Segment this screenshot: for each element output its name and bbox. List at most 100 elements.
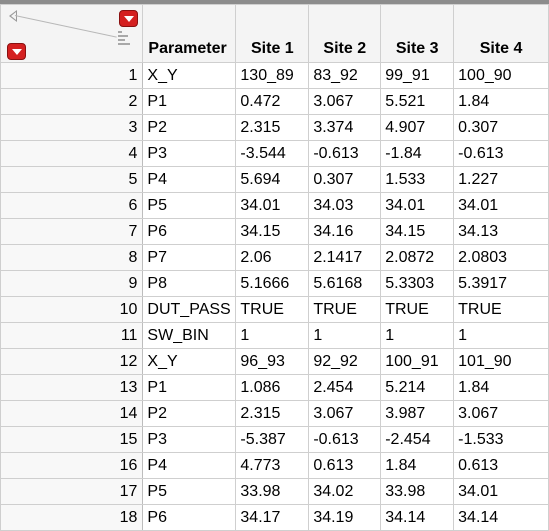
site-3-cell[interactable]: 5.521	[380, 88, 455, 115]
site-3-cell[interactable]: 5.3303	[380, 270, 455, 297]
rows-menu-dropdown-icon[interactable]	[7, 43, 26, 60]
site-3-cell[interactable]: 1.533	[380, 166, 455, 193]
row-number[interactable]: 2	[0, 88, 144, 115]
site-1-cell[interactable]: -3.544	[235, 140, 310, 167]
row-number[interactable]: 14	[0, 400, 144, 427]
site-2-cell[interactable]: 3.067	[308, 88, 382, 115]
parameter-cell[interactable]: P7	[142, 244, 237, 271]
parameter-cell[interactable]: P5	[142, 192, 237, 219]
site-2-cell[interactable]: 83_92	[308, 62, 382, 89]
column-header-site-2[interactable]: Site 2	[308, 4, 382, 63]
site-2-cell[interactable]: -0.613	[308, 426, 382, 453]
table-row[interactable]: 18 P6 34.17 34.19 34.14 34.14	[0, 504, 549, 531]
site-3-cell[interactable]: 5.214	[380, 374, 455, 401]
site-2-cell[interactable]: 0.307	[308, 166, 382, 193]
row-number[interactable]: 9	[0, 270, 144, 297]
table-row[interactable]: 1 X_Y 130_89 83_92 99_91 100_90	[0, 62, 549, 89]
site-1-cell[interactable]: 0.472	[235, 88, 310, 115]
site-2-cell[interactable]: 34.02	[308, 478, 382, 505]
column-header-site-1[interactable]: Site 1	[235, 4, 310, 63]
parameter-cell[interactable]: P3	[142, 426, 237, 453]
site-3-cell[interactable]: 3.987	[380, 400, 455, 427]
site-2-cell[interactable]: 34.16	[308, 218, 382, 245]
site-3-cell[interactable]: 4.907	[380, 114, 455, 141]
parameter-cell[interactable]: P6	[142, 218, 237, 245]
parameter-cell[interactable]: P5	[142, 478, 237, 505]
site-2-cell[interactable]: 2.1417	[308, 244, 382, 271]
table-row[interactable]: 4 P3 -3.544 -0.613 -1.84 -0.613	[0, 140, 549, 167]
row-number[interactable]: 5	[0, 166, 144, 193]
table-row[interactable]: 10 DUT_PASS TRUE TRUE TRUE TRUE	[0, 296, 549, 323]
site-1-cell[interactable]: -5.387	[235, 426, 310, 453]
table-row[interactable]: 6 P5 34.01 34.03 34.01 34.01	[0, 192, 549, 219]
site-3-cell[interactable]: 33.98	[380, 478, 455, 505]
site-4-cell[interactable]: 1.84	[453, 374, 549, 401]
site-1-cell[interactable]: 34.17	[235, 504, 310, 531]
table-row[interactable]: 13 P1 1.086 2.454 5.214 1.84	[0, 374, 549, 401]
site-1-cell[interactable]: TRUE	[235, 296, 310, 323]
site-3-cell[interactable]: 34.01	[380, 192, 455, 219]
site-2-cell[interactable]: 0.613	[308, 452, 382, 479]
site-4-cell[interactable]: 0.307	[453, 114, 549, 141]
site-3-cell[interactable]: 1.84	[380, 452, 455, 479]
site-3-cell[interactable]: 100_91	[380, 348, 455, 375]
parameter-cell[interactable]: X_Y	[142, 348, 237, 375]
site-4-cell[interactable]: 100_90	[453, 62, 549, 89]
row-number[interactable]: 10	[0, 296, 144, 323]
site-3-cell[interactable]: 34.15	[380, 218, 455, 245]
table-row[interactable]: 17 P5 33.98 34.02 33.98 34.01	[0, 478, 549, 505]
table-row[interactable]: 8 P7 2.06 2.1417 2.0872 2.0803	[0, 244, 549, 271]
parameter-cell[interactable]: X_Y	[142, 62, 237, 89]
site-2-cell[interactable]: -0.613	[308, 140, 382, 167]
site-1-cell[interactable]: 130_89	[235, 62, 310, 89]
parameter-cell[interactable]: P2	[142, 114, 237, 141]
site-4-cell[interactable]: -1.533	[453, 426, 549, 453]
site-3-cell[interactable]: TRUE	[380, 296, 455, 323]
table-row[interactable]: 3 P2 2.315 3.374 4.907 0.307	[0, 114, 549, 141]
site-3-cell[interactable]: -2.454	[380, 426, 455, 453]
site-2-cell[interactable]: 3.067	[308, 400, 382, 427]
parameter-cell[interactable]: P4	[142, 452, 237, 479]
site-4-cell[interactable]: 34.14	[453, 504, 549, 531]
site-4-cell[interactable]: 34.01	[453, 478, 549, 505]
site-4-cell[interactable]: 0.613	[453, 452, 549, 479]
row-number[interactable]: 4	[0, 140, 144, 167]
row-number[interactable]: 6	[0, 192, 144, 219]
site-4-cell[interactable]: -0.613	[453, 140, 549, 167]
table-row[interactable]: 16 P4 4.773 0.613 1.84 0.613	[0, 452, 549, 479]
site-1-cell[interactable]: 4.773	[235, 452, 310, 479]
site-2-cell[interactable]: 92_92	[308, 348, 382, 375]
column-header-parameter[interactable]: Parameter	[142, 4, 237, 63]
row-number[interactable]: 13	[0, 374, 144, 401]
table-row[interactable]: 15 P3 -5.387 -0.613 -2.454 -1.533	[0, 426, 549, 453]
site-2-cell[interactable]: 5.6168	[308, 270, 382, 297]
site-1-cell[interactable]: 5.1666	[235, 270, 310, 297]
row-number[interactable]: 8	[0, 244, 144, 271]
site-4-cell[interactable]: 2.0803	[453, 244, 549, 271]
parameter-cell[interactable]: P4	[142, 166, 237, 193]
site-1-cell[interactable]: 5.694	[235, 166, 310, 193]
site-4-cell[interactable]: TRUE	[453, 296, 549, 323]
site-3-cell[interactable]: -1.84	[380, 140, 455, 167]
site-3-cell[interactable]: 1	[380, 322, 455, 349]
row-number[interactable]: 7	[0, 218, 144, 245]
site-3-cell[interactable]: 99_91	[380, 62, 455, 89]
table-row[interactable]: 11 SW_BIN 1 1 1 1	[0, 322, 549, 349]
table-row[interactable]: 9 P8 5.1666 5.6168 5.3303 5.3917	[0, 270, 549, 297]
column-header-site-4[interactable]: Site 4	[453, 4, 549, 63]
site-1-cell[interactable]: 2.315	[235, 400, 310, 427]
site-2-cell[interactable]: 2.454	[308, 374, 382, 401]
site-1-cell[interactable]: 2.06	[235, 244, 310, 271]
parameter-cell[interactable]: SW_BIN	[142, 322, 237, 349]
site-2-cell[interactable]: 1	[308, 322, 382, 349]
table-menu-dropdown-icon[interactable]	[119, 10, 138, 27]
site-4-cell[interactable]: 1	[453, 322, 549, 349]
row-number[interactable]: 18	[0, 504, 144, 531]
site-4-cell[interactable]: 101_90	[453, 348, 549, 375]
parameter-cell[interactable]: P3	[142, 140, 237, 167]
parameter-cell[interactable]: P1	[142, 374, 237, 401]
site-4-cell[interactable]: 1.84	[453, 88, 549, 115]
row-number[interactable]: 3	[0, 114, 144, 141]
site-1-cell[interactable]: 34.15	[235, 218, 310, 245]
parameter-cell[interactable]: P8	[142, 270, 237, 297]
